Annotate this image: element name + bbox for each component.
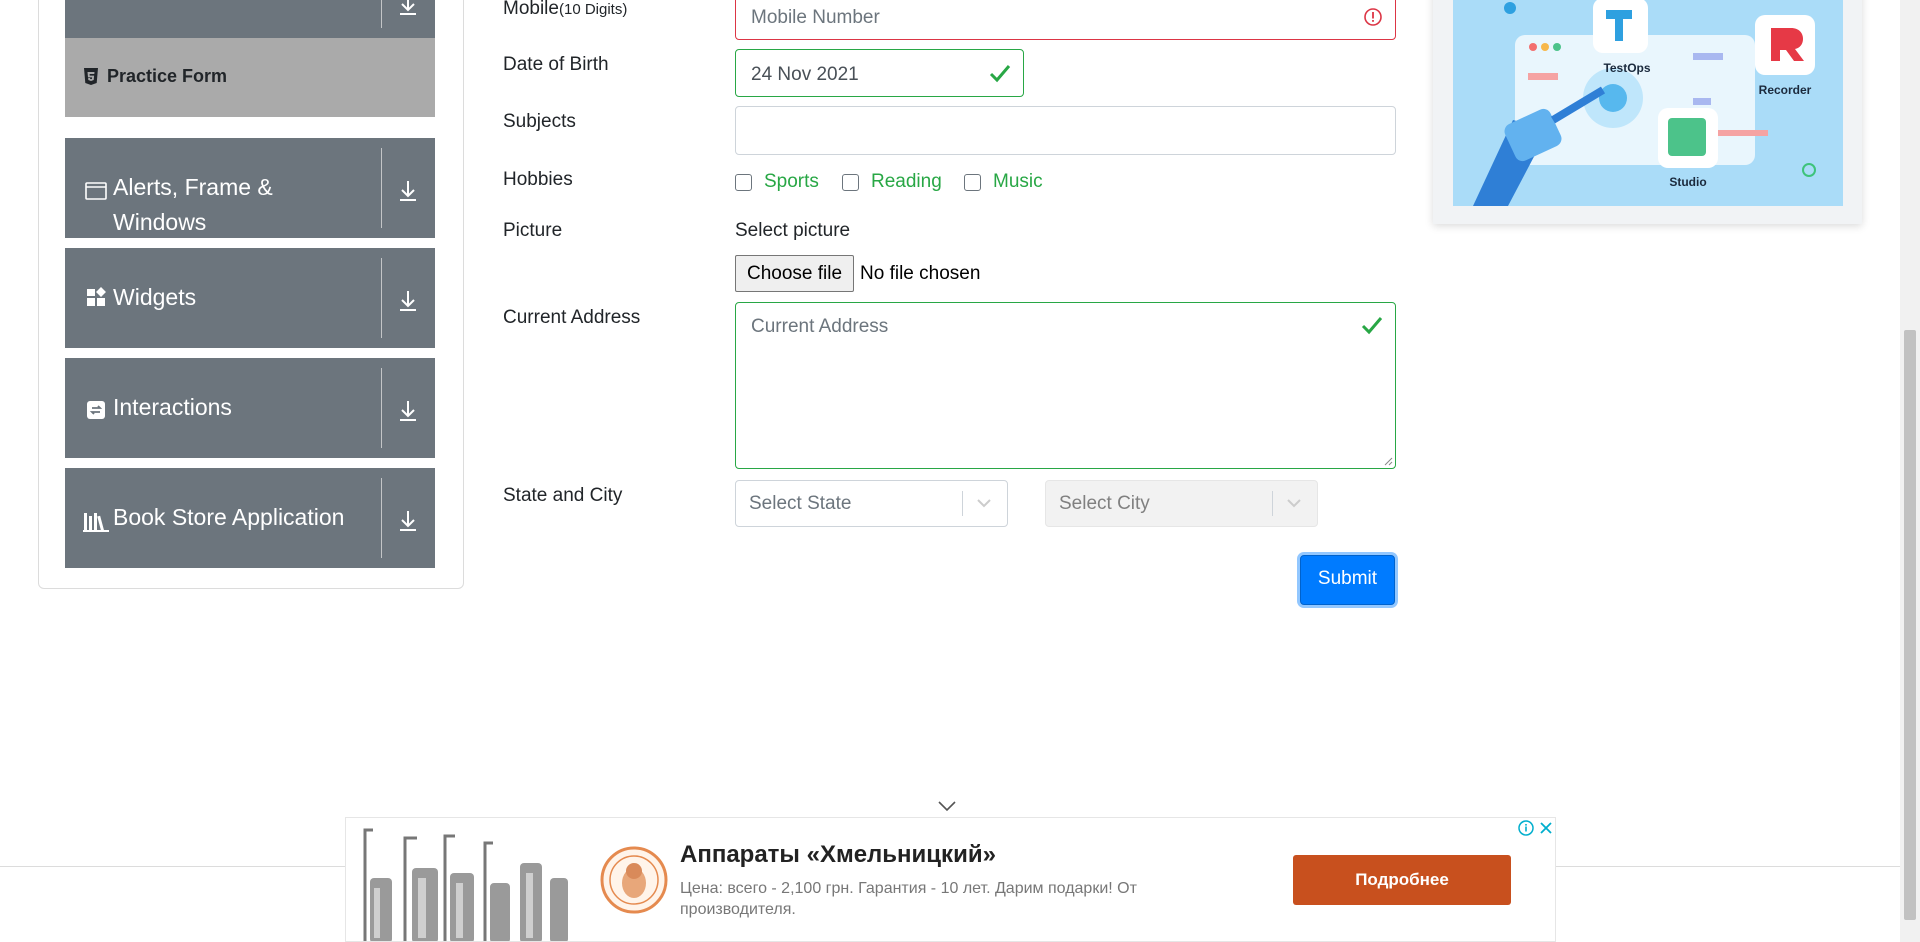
select-picture-label: Select picture — [735, 220, 851, 241]
html5-icon — [84, 68, 98, 85]
sidebar-group-interactions[interactable]: Interactions — [65, 358, 435, 458]
subjects-label: Subjects — [503, 111, 576, 132]
divider — [381, 368, 382, 448]
sidebar-item-label: Practice Form — [107, 66, 228, 86]
check-icon — [989, 65, 1011, 83]
sidebar-group-label: Book Store Application — [113, 504, 345, 530]
current-address-textarea[interactable]: Current Address — [735, 302, 1396, 469]
state-placeholder: Select State — [749, 493, 852, 514]
mobile-placeholder: Mobile Number — [751, 7, 880, 28]
divider — [381, 0, 382, 28]
window-icon — [85, 182, 107, 200]
checkbox-box[interactable] — [964, 173, 981, 191]
sidebar-group-label: Alerts, Frame & Windows — [113, 174, 273, 235]
sidebar-item-practice-form[interactable]: Practice Form — [65, 38, 435, 117]
download-icon[interactable] — [393, 506, 423, 536]
chevron-down-icon[interactable] — [1285, 494, 1303, 512]
close-icon[interactable] — [1538, 820, 1554, 836]
ad-brand-logo — [600, 846, 668, 914]
ad-info-icon[interactable] — [1518, 820, 1534, 836]
promo-label-studio: Studio — [1669, 175, 1706, 189]
hobby-label[interactable]: Music — [993, 171, 1043, 193]
promo-banner[interactable]: TestOps Recorder Studio — [1433, 0, 1862, 224]
ad-cta-button[interactable]: Подробнее — [1293, 855, 1511, 905]
chevron-down-icon[interactable] — [975, 494, 993, 512]
download-icon[interactable] — [393, 396, 423, 426]
divider — [962, 491, 963, 516]
state-select[interactable]: Select State — [735, 480, 1008, 527]
scrollbar-thumb[interactable] — [1904, 330, 1916, 920]
sidebar-group-label: Interactions — [113, 394, 232, 420]
state-city-label: State and City — [503, 485, 623, 506]
submit-button[interactable]: Submit — [1300, 555, 1395, 605]
bottom-ad-banner[interactable]: Аппараты «Хмельницкий» Цена: всего - 2,1… — [345, 817, 1556, 942]
sidebar-group-alerts-frame-windows[interactable]: Alerts, Frame & Windows — [65, 138, 435, 238]
hobby-label[interactable]: Reading — [871, 171, 942, 193]
download-icon[interactable] — [393, 0, 423, 20]
katalon-illustration: TestOps Recorder Studio — [1473, 0, 1816, 206]
divider — [381, 478, 382, 558]
hobby-label[interactable]: Sports — [764, 171, 819, 193]
hobby-sports-checkbox[interactable]: Sports — [735, 171, 819, 193]
books-icon — [83, 513, 109, 532]
sidebar-group-book-store[interactable]: Book Store Application — [65, 468, 435, 568]
mobile-label: Mobile(10 Digits) — [503, 0, 628, 19]
choose-file-button[interactable]: Choose file — [735, 255, 854, 292]
interactions-icon — [87, 401, 105, 419]
sidebar-group-forms[interactable] — [65, 0, 435, 38]
address-placeholder: Current Address — [751, 316, 889, 337]
promo-label-recorder: Recorder — [1759, 83, 1812, 97]
checkbox-box[interactable] — [735, 173, 752, 191]
chevron-down-icon[interactable] — [937, 800, 957, 812]
dob-label: Date of Birth — [503, 54, 609, 75]
error-icon — [1364, 8, 1382, 26]
city-select[interactable]: Select City — [1045, 480, 1318, 527]
promo-label-testops: TestOps — [1603, 61, 1650, 75]
ad-description: Цена: всего - 2,100 грн. Гарантия - 10 л… — [680, 880, 1137, 918]
sidebar-group-widgets[interactable]: Widgets — [65, 248, 435, 348]
checkbox-box[interactable] — [842, 173, 859, 191]
widgets-icon — [87, 287, 106, 306]
check-icon — [1361, 317, 1383, 335]
mobile-input[interactable]: Mobile Number — [735, 0, 1396, 40]
dob-input[interactable]: 24 Nov 2021 — [735, 49, 1024, 97]
city-placeholder: Select City — [1059, 493, 1150, 514]
divider — [1272, 491, 1273, 516]
file-status: No file chosen — [860, 263, 981, 284]
subjects-input[interactable] — [735, 106, 1396, 155]
hobby-reading-checkbox[interactable]: Reading — [842, 171, 942, 193]
page-scrollbar[interactable] — [1900, 0, 1920, 942]
distiller-product-image — [363, 828, 568, 941]
sidebar-group-label: Widgets — [113, 284, 197, 310]
resize-handle-icon[interactable] — [1383, 456, 1393, 466]
hobbies-label: Hobbies — [503, 169, 573, 190]
dob-value: 24 Nov 2021 — [751, 64, 859, 85]
current-address-label: Current Address — [503, 307, 641, 328]
divider — [381, 258, 382, 338]
divider — [381, 148, 382, 228]
download-icon[interactable] — [393, 286, 423, 316]
ad-title[interactable]: Аппараты «Хмельницкий» — [680, 841, 996, 869]
picture-label: Picture — [503, 220, 563, 241]
promo-illustration: TestOps Recorder Studio — [1453, 0, 1843, 206]
hobby-music-checkbox[interactable]: Music — [964, 171, 1043, 193]
download-icon[interactable] — [393, 176, 423, 206]
